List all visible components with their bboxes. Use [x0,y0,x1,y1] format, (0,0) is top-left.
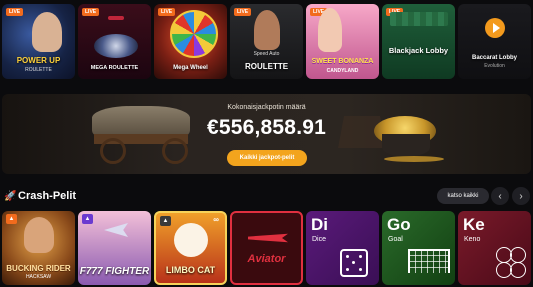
live-games-row: LIVE POWER UP ROULETTE LIVE MEGA ROULETT… [0,0,533,84]
prev-button[interactable]: ‹ [491,187,509,205]
wagon-wheel [100,138,126,164]
tile-title: BUCKING RIDER [6,264,71,273]
chevron-left-icon: ‹ [498,190,502,202]
tile-glyph: Go [387,215,411,234]
top-sign [108,16,124,20]
jackpot-amount: €556,858.91 [207,116,326,139]
tile-subtitle: CANDYLAND [326,68,359,74]
play-icon [485,18,505,38]
wagon-wheel [162,138,188,164]
tile-glyph: Di [311,215,328,234]
tile-title: Blackjack Lobby [388,46,449,55]
game-tile-goal[interactable]: Go Goal [382,211,455,285]
tile-title: ROULETTE [244,62,289,71]
tile-subtitle: HACKSAW [25,274,52,280]
rocket-icon: 🚀 [4,191,17,202]
game-tile-keno[interactable]: Ke Keno [458,211,531,285]
rider-figure [24,217,54,253]
fire-icon: ▲ [6,214,17,224]
tile-title: Mega Wheel [173,65,208,71]
game-tile-aviator[interactable]: Aviator [230,211,303,285]
tile-title: Aviator [247,253,286,265]
host-figure [318,8,342,52]
dice-icon [340,249,368,277]
tile-title: Baccarat Lobby [471,55,517,61]
table-felt [390,12,448,26]
tile-title: SWEET BONANZA [311,58,374,65]
tile-glyph: Ke [463,215,485,234]
game-tile-mega-roulette[interactable]: LIVE MEGA ROULETTE [78,4,151,79]
jackpot-banner: Kokonaisjackpotin määrä €556,858.91 Kaik… [2,94,531,174]
tile-name: Keno [464,236,481,243]
game-tile-speed-roulette[interactable]: LIVE Speed Auto ROULETTE [230,4,303,79]
gold-coins [384,156,444,162]
tile-name: Dice [312,236,327,243]
jet-icon [104,223,128,237]
game-tile-baccarat-lobby[interactable]: Baccarat Lobby Evolution [458,4,531,79]
fire-icon: ▲ [160,216,171,226]
game-tile-power-up-roulette[interactable]: LIVE POWER UP ROULETTE [2,4,75,79]
rocket-badge-icon: ▲ [82,214,93,224]
goal-net-icon [408,249,450,273]
section-title: Crash-Pelit [18,190,77,202]
tile-title: F777 FIGHTER [79,266,150,277]
wheel-icon [170,10,218,58]
chevron-right-icon: › [519,190,523,202]
live-badge: LIVE [234,8,252,16]
jackpot-title: Kokonaisjackpotin määrä [227,104,306,111]
live-badge: LIVE [6,8,24,16]
live-badge: LIVE [158,8,176,16]
all-jackpot-games-button[interactable]: Kaikki jackpot-pelit [227,150,307,166]
game-tile-sweet-bonanza-candyland[interactable]: LIVE SWEET BONANZA CANDYLAND [306,4,379,79]
tile-subtitle: Evolution [484,63,505,69]
game-tile-dice[interactable]: Di Dice [306,211,379,285]
cat-figure [174,223,208,257]
next-button[interactable]: › [512,187,530,205]
ball-icon [510,247,526,263]
view-all-button[interactable]: katso kaikki [437,188,489,204]
dealer-figure [254,10,280,50]
game-tile-limbo-cat[interactable]: ▲ ∞ LIMBO CAT [154,211,227,285]
roulette-wheel [94,34,138,58]
plane-icon [248,233,288,243]
tile-subtitle: Speed Auto [253,51,280,57]
game-tile-bucking-rider[interactable]: ▲ BUCKING RIDER HACKSAW [2,211,75,285]
tile-title: MEGA ROULETTE [90,65,139,71]
dealer-figure [32,12,62,52]
ball-icon [510,262,526,278]
tile-title: POWER UP [16,56,61,65]
infinity-icon: ∞ [213,215,219,224]
tile-name: Goal [388,236,403,243]
game-tile-f777-fighter[interactable]: ▲ F777 FIGHTER [78,211,151,285]
live-badge: LIVE [82,8,100,16]
game-tile-mega-wheel[interactable]: LIVE Mega Wheel [154,4,227,79]
game-tile-blackjack-lobby[interactable]: LIVE Blackjack Lobby [382,4,455,79]
tile-subtitle: ROULETTE [25,67,52,73]
tile-title: LIMBO CAT [165,265,216,275]
